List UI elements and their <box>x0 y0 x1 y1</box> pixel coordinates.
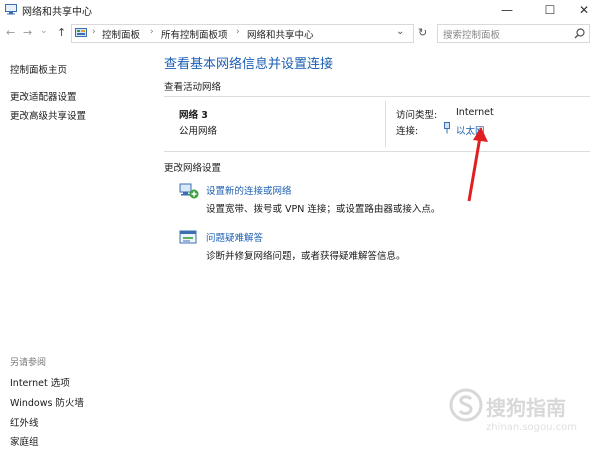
active-networks-label: 查看活动网络 <box>164 82 222 93</box>
up-button[interactable]: ↑ <box>57 26 66 39</box>
minimize-button[interactable]: — <box>491 0 523 20</box>
search-placeholder: 搜索控制面板 <box>443 30 501 41</box>
breadcrumb-network-center[interactable]: 网络和共享中心 <box>247 27 314 41</box>
sidebar-item-adapter-settings[interactable]: 更改适配器设置 <box>10 89 77 103</box>
connection-label: 连接: <box>396 126 419 137</box>
back-button[interactable]: ← <box>6 26 15 39</box>
address-dropdown-button[interactable]: ⌄ <box>396 26 404 37</box>
see-also-homegroup[interactable]: 家庭组 <box>10 434 39 448</box>
network-type: 公用网络 <box>179 126 218 137</box>
troubleshoot-description: 诊断并修复网络问题，或者获得疑难解答信息。 <box>206 251 406 262</box>
watermark-text: 搜狗指南 <box>486 396 566 420</box>
network-info-separator <box>385 101 386 147</box>
maximize-button[interactable]: ☐ <box>534 0 566 20</box>
sidebar-item-sharing-settings[interactable]: 更改高级共享设置 <box>10 108 86 122</box>
breadcrumb-all-items[interactable]: 所有控制面板项 <box>161 27 228 41</box>
see-also-firewall[interactable]: Windows 防火墙 <box>10 395 84 409</box>
troubleshoot-icon <box>179 230 197 244</box>
network-center-icon <box>5 4 17 15</box>
page-title: 查看基本网络信息并设置连接 <box>164 57 334 72</box>
setup-new-connection-link[interactable]: 设置新的连接或网络 <box>206 183 292 197</box>
setup-new-connection-description: 设置宽带、拨号或 VPN 连接；或设置路由器或接入点。 <box>206 204 441 215</box>
search-icon[interactable] <box>574 28 585 39</box>
breadcrumb-control-panel[interactable]: 控制面板 <box>102 27 140 41</box>
see-also-infrared[interactable]: 红外线 <box>10 415 39 429</box>
network-name: 网络 3 <box>179 110 208 121</box>
close-button[interactable]: ✕ <box>568 0 600 20</box>
forward-button[interactable]: → <box>23 26 32 39</box>
troubleshoot-link[interactable]: 问题疑难解答 <box>206 230 263 244</box>
access-type-label: 访问类型: <box>396 110 438 121</box>
access-type-value: Internet <box>456 107 494 118</box>
recent-locations-button[interactable]: ⌄ <box>40 26 48 36</box>
breadcrumb-separator: › <box>236 27 240 37</box>
annotation-arrow-icon <box>467 127 488 202</box>
see-also-title: 另请参阅 <box>10 358 47 368</box>
watermark-logo-icon <box>449 388 483 422</box>
breadcrumb-separator: › <box>92 27 96 37</box>
change-settings-label: 更改网络设置 <box>164 163 222 174</box>
section-divider <box>164 96 590 97</box>
sidebar-item-control-panel-home[interactable]: 控制面板主页 <box>10 62 67 76</box>
new-connection-icon <box>179 183 199 199</box>
breadcrumb-separator: › <box>150 27 154 37</box>
control-panel-icon <box>75 28 87 37</box>
window-title: 网络和共享中心 <box>22 7 92 18</box>
section-divider <box>164 151 590 152</box>
see-also-internet-options[interactable]: Internet 选项 <box>10 375 70 389</box>
refresh-button[interactable]: ↻ <box>418 26 427 39</box>
watermark-url: zhinan.sogou.com <box>486 422 578 433</box>
ethernet-icon <box>444 122 450 134</box>
